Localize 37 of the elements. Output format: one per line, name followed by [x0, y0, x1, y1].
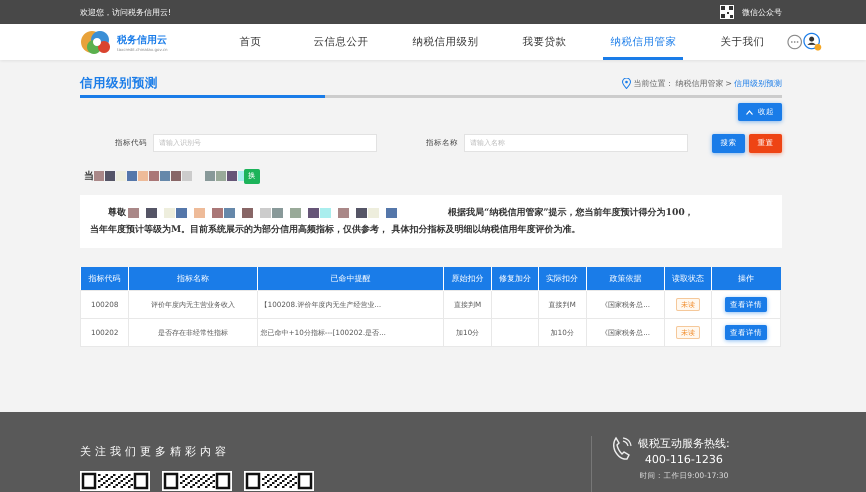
column-header: 实际扣分: [538, 267, 586, 290]
qr-code-icon: [162, 471, 232, 491]
welcome-text: 欢迎您，访问税务信用云!: [80, 6, 172, 18]
column-header: 政策依据: [586, 267, 665, 290]
column-header: 读取状态: [664, 267, 712, 290]
breadcrumb-current: 信用级别预测: [734, 78, 782, 88]
qr-code-icon[interactable]: [720, 5, 734, 19]
breadcrumb-separator: >: [725, 78, 732, 88]
nav-tab[interactable]: 纳税信用管家: [603, 24, 684, 60]
location-pin-icon: [622, 78, 632, 88]
follow-heading: 关注我们更多精彩内容: [80, 444, 231, 459]
column-header: 指标名称: [128, 267, 258, 290]
current-label: 当: [84, 170, 94, 183]
column-header: 操作: [711, 267, 780, 290]
page-title: 信用级别预测: [80, 74, 158, 92]
column-header: 修复加分: [492, 267, 538, 290]
column-header: 原始扣分: [444, 267, 492, 290]
nav-tab[interactable]: 我要贷款: [515, 24, 574, 60]
hotline-label: 银税互动服务热线:: [638, 436, 730, 451]
user-avatar-icon[interactable]: [802, 32, 822, 52]
greeting-text: 尊敬: [108, 206, 126, 220]
hotline-number: 400-116-1236: [644, 453, 723, 466]
nav-tab[interactable]: 纳税信用级别: [405, 24, 486, 60]
notice-text: 根据我局“纳税信用管家”提示，您当前年度预计得分为100，: [448, 206, 694, 220]
qr-code-icon: [80, 471, 150, 491]
wechat-link[interactable]: 微信公众号: [742, 6, 782, 18]
nav-tab[interactable]: 首页: [232, 24, 268, 60]
chevron-up-icon: [746, 110, 753, 114]
nav-tab[interactable]: 关于我们: [713, 24, 772, 60]
qr-code-icon: [244, 471, 314, 491]
breadcrumb-label: 当前位置：: [633, 78, 674, 88]
notice-text: 当年年度预计等级为M。目前系统展示的为部分信用高频指标，仅供参考， 具体扣分指标及明细以纳税信用年度评价为准。: [90, 223, 580, 237]
column-header: 指标代码: [80, 267, 129, 290]
breadcrumb-link[interactable]: 纳税信用管家: [675, 78, 724, 88]
phone-icon: [610, 436, 632, 462]
nav-tab[interactable]: 云信息公开: [306, 24, 376, 60]
column-header: 已命中提醒: [257, 267, 444, 290]
